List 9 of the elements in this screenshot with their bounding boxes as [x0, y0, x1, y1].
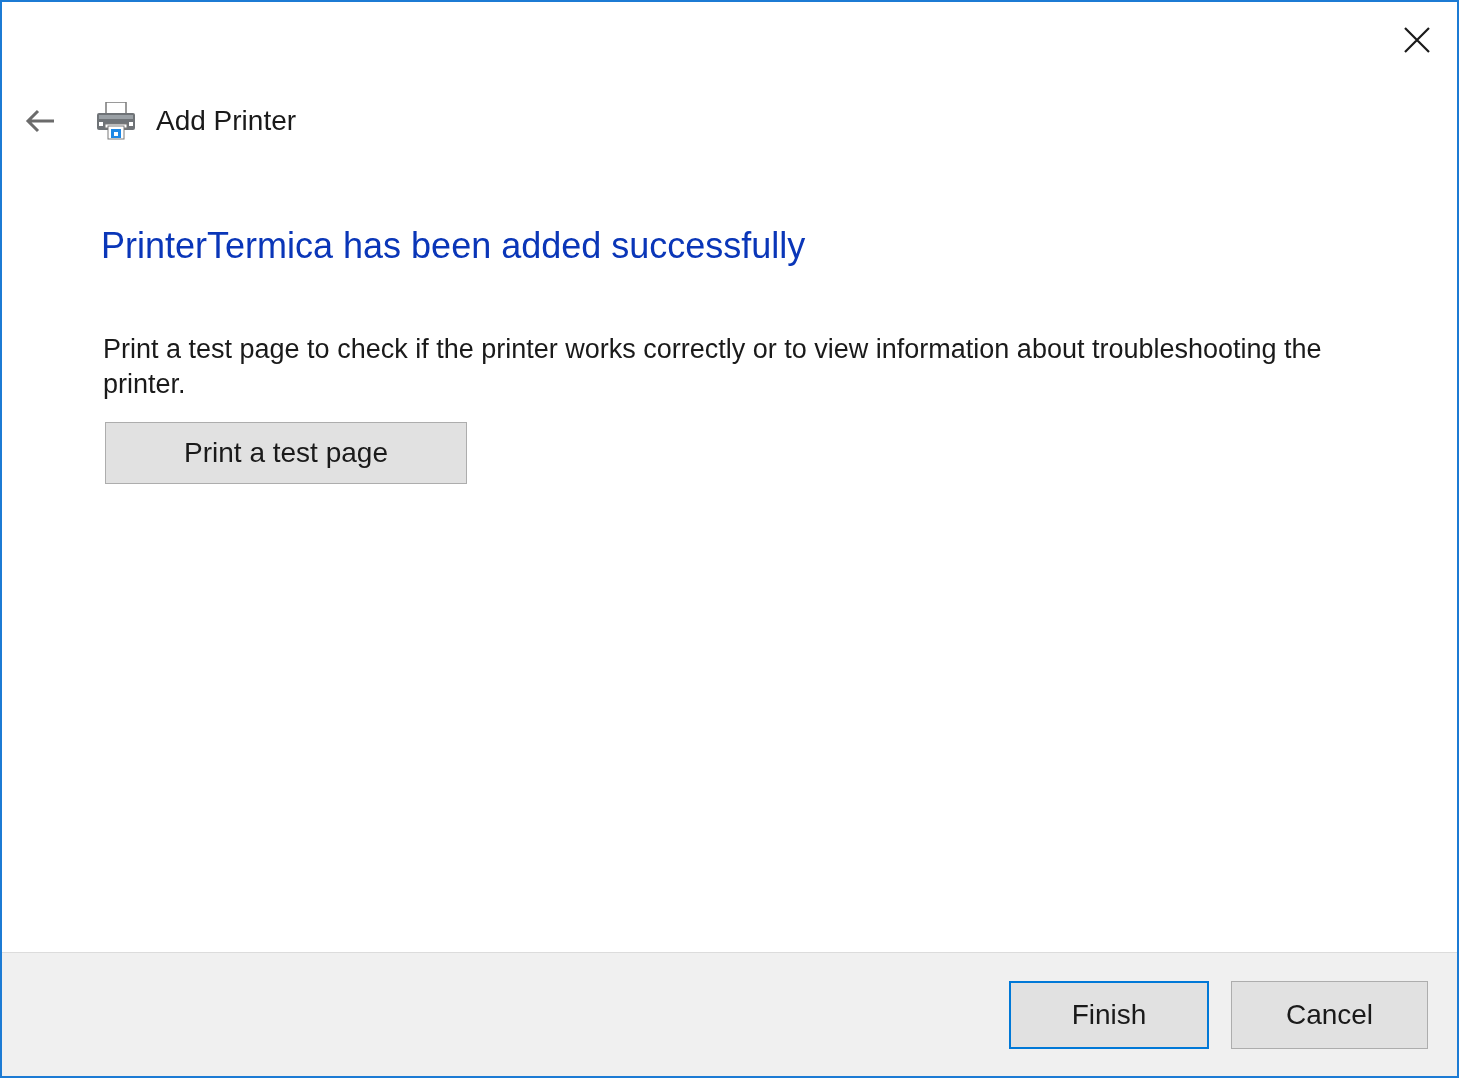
back-arrow-icon: [25, 109, 55, 133]
close-icon: [1404, 27, 1430, 53]
print-test-page-button[interactable]: Print a test page: [105, 422, 467, 484]
description-text: Print a test page to check if the printer works correctly or to view information about troubleshooting the printer.: [103, 333, 1323, 401]
footer-button[interactable]: Finish: [1009, 980, 1209, 1049]
success-heading: PrinterTermica has been added successfully: [101, 224, 806, 268]
printer-icon: [96, 102, 136, 140]
window-title: Add Printer: [156, 104, 297, 138]
footer-button[interactable]: Cancel: [1231, 980, 1428, 1049]
